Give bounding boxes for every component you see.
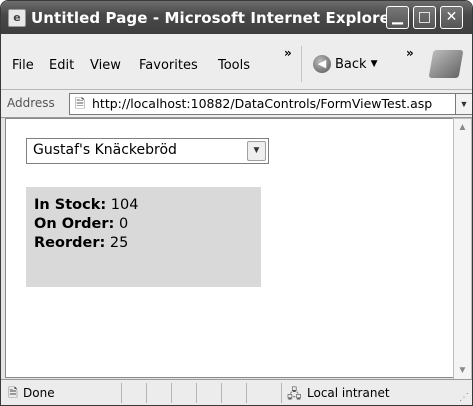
windows-flag-icon [428, 50, 464, 78]
in-stock-label: In Stock: [34, 197, 107, 213]
title-bar[interactable]: e Untitled Page - Microsoft Internet Exp… [1, 1, 472, 34]
reorder-row: Reorder: 25 [34, 235, 128, 251]
close-button[interactable]: ✕ [440, 6, 463, 29]
back-arrow-icon: ◀ [313, 55, 331, 73]
chevron-down-icon[interactable]: ▼ [247, 141, 266, 161]
back-label: Back [335, 56, 367, 72]
back-button[interactable]: ◀ Back ▼ [313, 53, 377, 75]
status-divider [146, 383, 147, 403]
window-title: Untitled Page - Microsoft Internet Explo… [31, 9, 398, 27]
back-dropdown-icon[interactable]: ▼ [371, 59, 378, 69]
browser-window: e Untitled Page - Microsoft Internet Exp… [0, 0, 473, 406]
stock-formview: In Stock: 104 On Order: 0 Reorder: 25 [26, 187, 261, 287]
on-order-label: On Order: [34, 216, 115, 232]
reorder-value: 25 [109, 235, 129, 251]
menu-favorites[interactable]: Favorites [139, 58, 198, 73]
status-text: Done [23, 386, 55, 400]
on-order-row: On Order: 0 [34, 216, 128, 232]
status-bar: 🗎 Done 🖧 Local intranet ⋰ [1, 379, 472, 405]
page-icon: 🗎 [74, 96, 86, 111]
in-stock-row: In Stock: 104 [34, 197, 138, 213]
toolbar-divider [301, 46, 302, 82]
menu-view[interactable]: View [90, 58, 121, 73]
menu-overflow-chevron-icon[interactable]: » [284, 46, 292, 60]
maximize-button[interactable]: □ [413, 6, 436, 29]
address-dropdown-icon[interactable]: ▼ [455, 93, 472, 115]
menu-edit[interactable]: Edit [49, 58, 74, 73]
scroll-down-icon[interactable]: ▼ [454, 362, 471, 379]
vertical-scrollbar[interactable]: ▲ ▼ [453, 118, 472, 380]
address-label: Address [7, 96, 55, 110]
intranet-icon: 🖧 [287, 386, 302, 401]
page-done-icon: 🗎 [8, 386, 18, 400]
minimize-button[interactable]: ▁ [386, 6, 409, 29]
status-divider [281, 383, 282, 403]
menu-bar: File Edit View Favorites Tools » ◀ Back … [1, 34, 472, 90]
toolbar-overflow-chevron-icon[interactable]: » [406, 46, 414, 60]
address-input[interactable]: 🗎 http://localhost:10882/DataControls/Fo… [69, 93, 459, 115]
security-zone: Local intranet [307, 386, 390, 400]
status-divider [196, 383, 197, 403]
on-order-value: 0 [118, 216, 129, 232]
address-url: http://localhost:10882/DataControls/Form… [92, 96, 433, 111]
scroll-up-icon[interactable]: ▲ [454, 119, 471, 136]
page-content: Gustaf's Knäckebröd ▼ In Stock: 104 On O… [5, 118, 455, 378]
in-stock-value: 104 [110, 197, 139, 213]
product-dropdown[interactable]: Gustaf's Knäckebröd ▼ [26, 138, 269, 164]
status-divider [246, 383, 247, 403]
resize-grip-icon[interactable]: ⋰ [459, 392, 469, 403]
menu-file[interactable]: File [12, 58, 34, 73]
reorder-label: Reorder: [34, 235, 106, 251]
status-divider [171, 383, 172, 403]
address-bar: Address 🗎 http://localhost:10882/DataCon… [1, 90, 472, 118]
menu-tools[interactable]: Tools [218, 58, 250, 73]
ie-app-icon: e [8, 9, 26, 27]
status-divider [221, 383, 222, 403]
status-divider [121, 383, 122, 403]
product-dropdown-value: Gustaf's Knäckebröd [33, 142, 177, 158]
